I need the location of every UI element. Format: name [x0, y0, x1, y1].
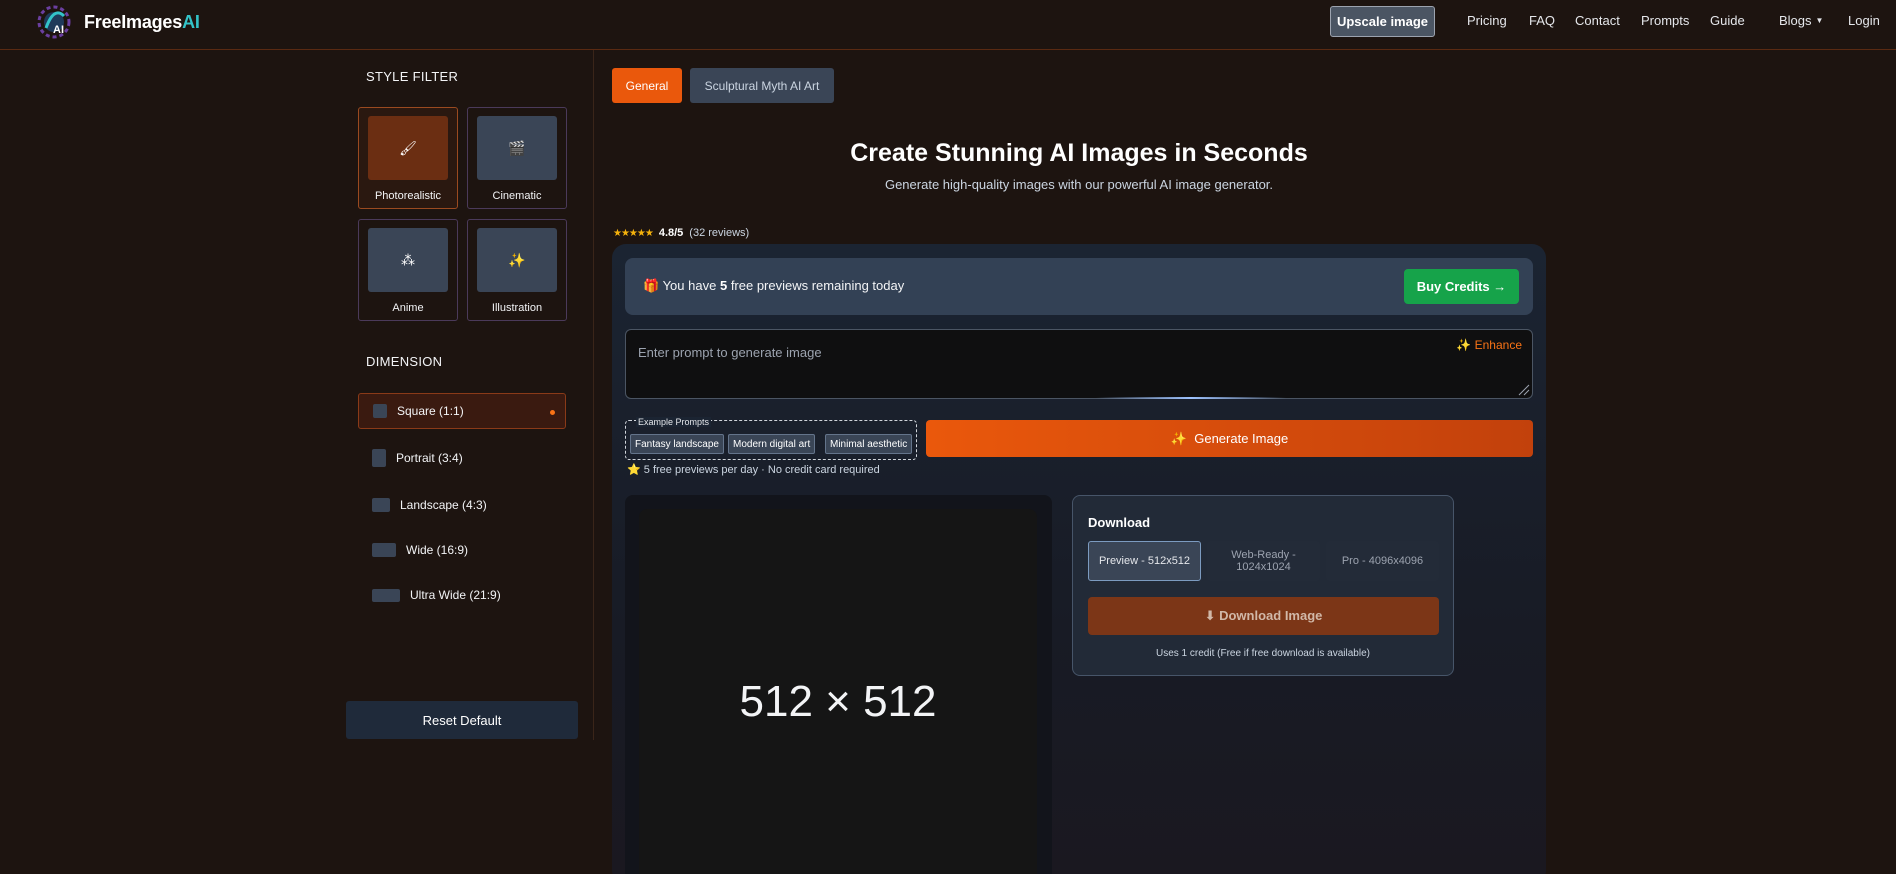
logo-text: FreeImagesAI [84, 11, 200, 32]
page-subtitle: Generate high-quality images with our po… [884, 177, 1274, 192]
tab-general[interactable]: General [612, 68, 682, 103]
ultra-wide-ratio-icon [372, 588, 400, 602]
preview-size-label: 512 × 512 [739, 677, 937, 726]
download-card: Download Preview - 512x512 Web-Ready - 1… [1072, 495, 1454, 676]
svg-text:AI: AI [53, 24, 64, 36]
magic-wand-icon: ✨ [477, 228, 557, 292]
dimension-portrait[interactable]: Portrait (3:4) [358, 440, 566, 476]
nav-guide[interactable]: Guide [1710, 13, 1745, 28]
prompt-box: ✨ Enhance [625, 329, 1533, 399]
dimension-label: Portrait (3:4) [396, 451, 463, 465]
download-note: Uses 1 credit (Free if free download is … [1156, 648, 1370, 659]
sparkle-icon: ✨ [1456, 338, 1472, 352]
rating: ★★★★★ 4.8/5 (32 reviews) [613, 227, 749, 239]
prompt-input[interactable] [638, 342, 1418, 362]
enhance-button[interactable]: ✨ Enhance [1456, 338, 1522, 352]
nav-pricing[interactable]: Pricing [1467, 13, 1507, 28]
page-title: Create Stunning AI Images in Seconds [850, 139, 1308, 167]
rating-score: 4.8/5 [658, 227, 684, 239]
preview-canvas: 512 × 512 [639, 509, 1037, 874]
tab-sculptural-myth[interactable]: Sculptural Myth AI Art [690, 68, 834, 103]
previews-count: 5 [719, 278, 728, 293]
nav-faq[interactable]: FAQ [1529, 13, 1555, 28]
square-ratio-icon [373, 404, 387, 418]
selected-dot-icon [550, 410, 555, 415]
wide-ratio-icon [372, 543, 396, 557]
example-chip-minimal[interactable]: Minimal aesthetic [825, 434, 913, 454]
dimension-label: Square (1:1) [397, 404, 464, 418]
star-rating-icon: ★★★★★ [613, 227, 654, 239]
chevron-down-icon: ▼ [1815, 16, 1824, 25]
gift-icon: 🎁 [643, 278, 660, 293]
style-label: Illustration [491, 302, 543, 314]
dimension-title: DIMENSION [366, 354, 443, 369]
dimension-label: Landscape (4:3) [400, 498, 487, 512]
style-card-anime[interactable]: ⁂ Anime [358, 219, 458, 321]
nav-login[interactable]: Login [1848, 13, 1880, 28]
style-label: Anime [392, 302, 424, 314]
nav-contact[interactable]: Contact [1575, 13, 1620, 28]
dimension-wide[interactable]: Wide (16:9) [358, 532, 566, 568]
nav-prompts[interactable]: Prompts [1641, 13, 1689, 28]
example-chip-fantasy[interactable]: Fantasy landscape [630, 434, 724, 454]
example-prompts: Example Prompts Fantasy landscape Modern… [625, 417, 917, 460]
example-prompts-label: Example Prompts [636, 417, 712, 427]
star-icon: ⭐ [627, 464, 641, 476]
upscale-image-button[interactable]: Upscale image [1330, 6, 1435, 37]
sparkle-icon: ✨ [1170, 430, 1187, 446]
previews-text: 🎁 You have 5 free previews remaining tod… [643, 278, 905, 293]
resize-handle-icon[interactable] [1516, 382, 1530, 396]
style-card-illustration[interactable]: ✨ Illustration [467, 219, 567, 321]
nav-blogs[interactable]: Blogs ▼ [1779, 13, 1823, 28]
dimension-label: Wide (16:9) [406, 543, 469, 557]
dimension-square[interactable]: Square (1:1) [358, 393, 566, 429]
download-title: Download [1088, 515, 1151, 530]
generate-image-button[interactable]: ✨ Generate Image [926, 420, 1533, 457]
dimension-ultra-wide[interactable]: Ultra Wide (21:9) [358, 577, 566, 613]
free-note: ⭐ 5 free previews per day · No credit ca… [627, 464, 880, 476]
reset-default-button[interactable]: Reset Default [346, 701, 578, 739]
rating-reviews: (32 reviews) [689, 227, 750, 239]
dimension-label: Ultra Wide (21:9) [410, 588, 501, 602]
portrait-ratio-icon [372, 449, 386, 467]
download-image-button[interactable]: ⬇ Download Image [1088, 597, 1439, 635]
shapes-icon: ⁂ [368, 228, 448, 292]
input-glow [1096, 397, 1286, 399]
free-previews-banner: 🎁 You have 5 free previews remaining tod… [625, 258, 1533, 315]
image-preview: 512 × 512 [625, 495, 1052, 874]
top-header: AI FreeImagesAI Upscale image Pricing FA… [0, 0, 1896, 50]
style-filter-title: STYLE FILTER [366, 69, 459, 84]
example-chip-modern[interactable]: Modern digital art [728, 434, 816, 454]
logo-mark-icon: AI [34, 0, 82, 44]
buy-credits-button[interactable]: Buy Credits → [1404, 269, 1519, 304]
logo[interactable]: AI FreeImagesAI [34, 0, 200, 44]
download-option-preview[interactable]: Preview - 512x512 [1088, 541, 1201, 581]
landscape-ratio-icon [372, 498, 390, 512]
download-option-pro[interactable]: Pro - 4096x4096 [1326, 541, 1439, 581]
download-option-web[interactable]: Web-Ready - 1024x1024 [1207, 541, 1320, 581]
dimension-landscape[interactable]: Landscape (4:3) [358, 487, 566, 523]
